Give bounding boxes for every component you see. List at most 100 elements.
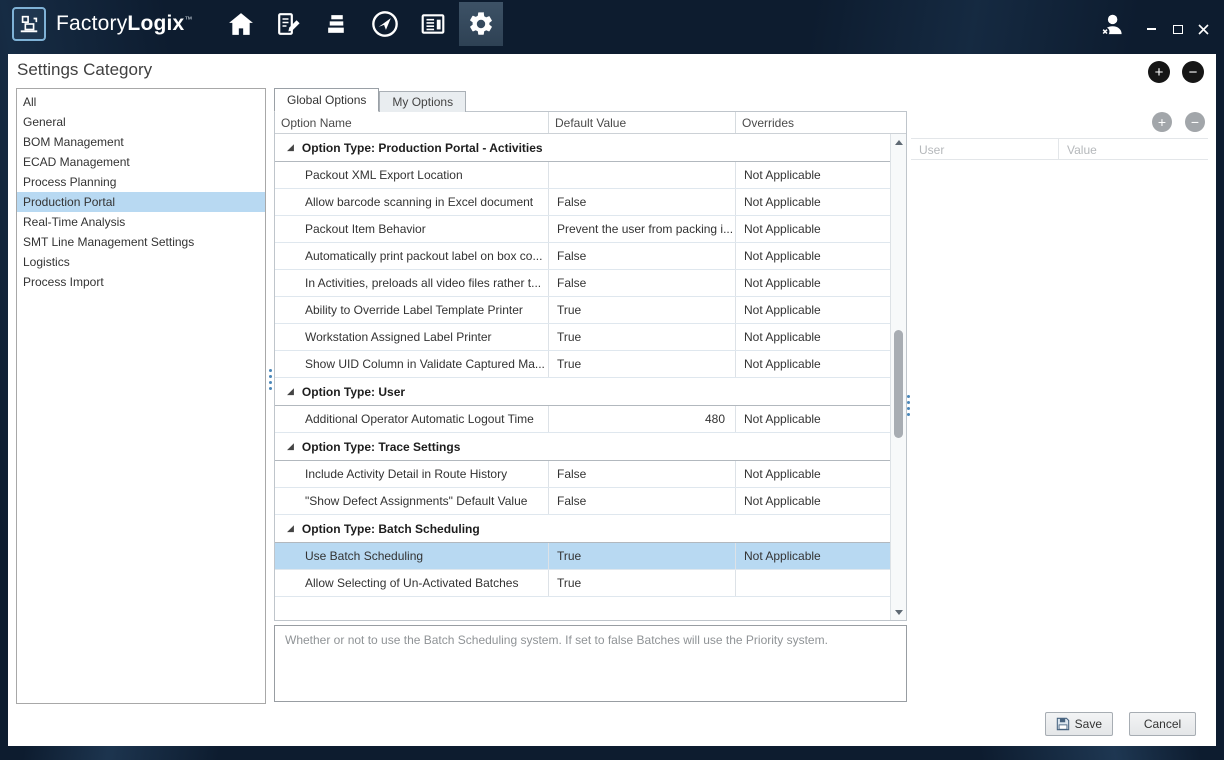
sidebar-item-all[interactable]: All bbox=[17, 92, 265, 112]
option-name-cell[interactable]: Allow Selecting of Un-Activated Batches bbox=[275, 570, 549, 596]
group-header-option-type-trace-settings[interactable]: ◢Option Type: Trace Settings bbox=[275, 433, 890, 461]
left-splitter-handle[interactable] bbox=[268, 369, 272, 390]
remove-category-button[interactable]: − bbox=[1182, 61, 1204, 83]
sidebar-item-production-portal[interactable]: Production Portal bbox=[17, 192, 265, 212]
nav-process-edit-button[interactable] bbox=[265, 0, 313, 48]
add-category-button[interactable]: + bbox=[1148, 61, 1170, 83]
tab-my-options[interactable]: My Options bbox=[379, 91, 466, 112]
tab-global-options[interactable]: Global Options bbox=[274, 88, 379, 112]
sidebar-item-logistics[interactable]: Logistics bbox=[17, 252, 265, 272]
add-override-button[interactable]: + bbox=[1152, 112, 1172, 132]
overrides-cell[interactable]: Not Applicable bbox=[736, 243, 890, 269]
sidebar-item-ecad-management[interactable]: ECAD Management bbox=[17, 152, 265, 172]
minimize-button[interactable] bbox=[1143, 21, 1160, 37]
option-row-allow-barcode-scanning-in-excel-document[interactable]: Allow barcode scanning in Excel document… bbox=[275, 189, 890, 216]
option-name-cell[interactable]: Workstation Assigned Label Printer bbox=[275, 324, 549, 350]
option-row-automatically-print-packout-label-on-box-co[interactable]: Automatically print packout label on box… bbox=[275, 243, 890, 270]
save-floppy-icon bbox=[1056, 717, 1070, 731]
option-name-cell[interactable]: "Show Defect Assignments" Default Value bbox=[275, 488, 549, 514]
default-value-cell[interactable]: False bbox=[549, 243, 736, 269]
option-name-cell[interactable]: Ability to Override Label Template Print… bbox=[275, 297, 549, 323]
default-value-cell[interactable]: False bbox=[549, 270, 736, 296]
option-row-in-activities-preloads-all-video-files-rather-t[interactable]: In Activities, preloads all video files … bbox=[275, 270, 890, 297]
option-row-ability-to-override-label-template-printer[interactable]: Ability to Override Label Template Print… bbox=[275, 297, 890, 324]
overrides-cell[interactable]: Not Applicable bbox=[736, 488, 890, 514]
default-value-cell[interactable]: False bbox=[549, 488, 736, 514]
option-row-workstation-assigned-label-printer[interactable]: Workstation Assigned Label PrinterTrueNo… bbox=[275, 324, 890, 351]
default-value-cell[interactable]: False bbox=[549, 189, 736, 215]
group-header-option-type-production-portal-activities[interactable]: ◢Option Type: Production Portal - Activi… bbox=[275, 134, 890, 162]
group-collapse-icon[interactable]: ◢ bbox=[287, 143, 294, 152]
sidebar-item-general[interactable]: General bbox=[17, 112, 265, 132]
default-value-cell[interactable] bbox=[549, 162, 736, 188]
scrollbar-thumb[interactable] bbox=[894, 330, 903, 438]
group-header-option-type-user[interactable]: ◢Option Type: User bbox=[275, 378, 890, 406]
option-row-show-defect-assignments-default-value[interactable]: "Show Defect Assignments" Default ValueF… bbox=[275, 488, 890, 515]
nav-materials-button[interactable] bbox=[313, 0, 361, 48]
overrides-cell[interactable]: Not Applicable bbox=[736, 543, 890, 569]
column-header-option-name[interactable]: Option Name bbox=[275, 112, 549, 133]
option-row-packout-xml-export-location[interactable]: Packout XML Export Location Not Applicabl… bbox=[275, 162, 890, 189]
scroll-down-button[interactable] bbox=[891, 604, 906, 620]
column-header-overrides[interactable]: Overrides bbox=[736, 112, 890, 133]
overrides-cell[interactable] bbox=[736, 570, 890, 596]
group-header-option-type-batch-scheduling[interactable]: ◢Option Type: Batch Scheduling bbox=[275, 515, 890, 543]
default-value-cell[interactable]: True bbox=[549, 543, 736, 569]
option-name-cell[interactable]: In Activities, preloads all video files … bbox=[275, 270, 549, 296]
sidebar-item-process-planning[interactable]: Process Planning bbox=[17, 172, 265, 192]
scroll-up-button[interactable] bbox=[891, 134, 906, 150]
default-value-cell[interactable]: True bbox=[549, 324, 736, 350]
option-name-cell[interactable]: Show UID Column in Validate Captured Ma.… bbox=[275, 351, 549, 377]
sidebar-item-real-time-analysis[interactable]: Real-Time Analysis bbox=[17, 212, 265, 232]
option-row-packout-item-behavior[interactable]: Packout Item BehaviorPrevent the user fr… bbox=[275, 216, 890, 243]
option-row-additional-operator-automatic-logout-time[interactable]: Additional Operator Automatic Logout Tim… bbox=[275, 406, 890, 433]
default-value-cell[interactable]: Prevent the user from packing i... bbox=[549, 216, 736, 242]
default-value-cell[interactable]: True bbox=[549, 351, 736, 377]
cancel-button[interactable]: Cancel bbox=[1129, 712, 1196, 736]
overrides-cell[interactable]: Not Applicable bbox=[736, 324, 890, 350]
default-value-cell[interactable]: 480 bbox=[549, 406, 736, 432]
option-name-cell[interactable]: Packout XML Export Location bbox=[275, 162, 549, 188]
option-name-cell[interactable]: Packout Item Behavior bbox=[275, 216, 549, 242]
options-scrollbar[interactable] bbox=[890, 134, 906, 620]
default-value-cell[interactable]: True bbox=[549, 297, 736, 323]
sidebar-item-process-import[interactable]: Process Import bbox=[17, 272, 265, 292]
overrides-cell[interactable]: Not Applicable bbox=[736, 406, 890, 432]
remove-override-button[interactable]: − bbox=[1185, 112, 1205, 132]
overrides-cell[interactable]: Not Applicable bbox=[736, 216, 890, 242]
column-header-default-value[interactable]: Default Value bbox=[549, 112, 736, 133]
default-value-cell[interactable]: False bbox=[549, 461, 736, 487]
option-name-cell[interactable]: Allow barcode scanning in Excel document bbox=[275, 189, 549, 215]
option-row-use-batch-scheduling[interactable]: Use Batch SchedulingTrueNot Applicable bbox=[275, 543, 890, 570]
option-name-cell[interactable]: Additional Operator Automatic Logout Tim… bbox=[275, 406, 549, 432]
save-button[interactable]: Save bbox=[1045, 712, 1113, 736]
overrides-cell[interactable]: Not Applicable bbox=[736, 461, 890, 487]
nav-reports-button[interactable] bbox=[409, 0, 457, 48]
sidebar-item-smt-line-management-settings[interactable]: SMT Line Management Settings bbox=[17, 232, 265, 252]
option-row-show-uid-column-in-validate-captured-ma[interactable]: Show UID Column in Validate Captured Ma.… bbox=[275, 351, 890, 378]
option-row-allow-selecting-of-un-activated-batches[interactable]: Allow Selecting of Un-Activated BatchesT… bbox=[275, 570, 890, 597]
column-header-value[interactable]: Value bbox=[1059, 139, 1097, 159]
overrides-cell[interactable]: Not Applicable bbox=[736, 351, 890, 377]
user-status-button[interactable] bbox=[1098, 11, 1125, 43]
main-navigation bbox=[217, 0, 505, 48]
default-value-cell[interactable]: True bbox=[549, 570, 736, 596]
overrides-cell[interactable]: Not Applicable bbox=[736, 270, 890, 296]
sidebar-item-bom-management[interactable]: BOM Management bbox=[17, 132, 265, 152]
column-header-user[interactable]: User bbox=[911, 139, 1059, 159]
nav-settings-button[interactable] bbox=[459, 2, 503, 46]
option-row-include-activity-detail-in-route-history[interactable]: Include Activity Detail in Route History… bbox=[275, 461, 890, 488]
group-collapse-icon[interactable]: ◢ bbox=[287, 387, 294, 396]
nav-home-button[interactable] bbox=[217, 0, 265, 48]
group-collapse-icon[interactable]: ◢ bbox=[287, 524, 294, 533]
option-name-cell[interactable]: Include Activity Detail in Route History bbox=[275, 461, 549, 487]
maximize-button[interactable] bbox=[1169, 21, 1186, 37]
nav-dispatch-button[interactable] bbox=[361, 0, 409, 48]
option-name-cell[interactable]: Use Batch Scheduling bbox=[275, 543, 549, 569]
option-name-cell[interactable]: Automatically print packout label on box… bbox=[275, 243, 549, 269]
group-collapse-icon[interactable]: ◢ bbox=[287, 442, 294, 451]
overrides-cell[interactable]: Not Applicable bbox=[736, 162, 890, 188]
overrides-cell[interactable]: Not Applicable bbox=[736, 297, 890, 323]
close-button[interactable] bbox=[1195, 21, 1212, 37]
overrides-cell[interactable]: Not Applicable bbox=[736, 189, 890, 215]
